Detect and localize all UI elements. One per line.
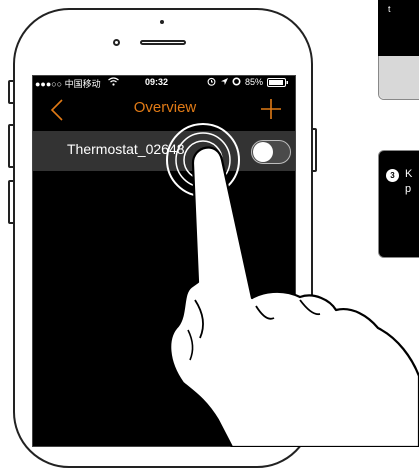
- pointing-hand-icon: [169, 146, 419, 447]
- tap-gesture-illustration: [166, 123, 419, 447]
